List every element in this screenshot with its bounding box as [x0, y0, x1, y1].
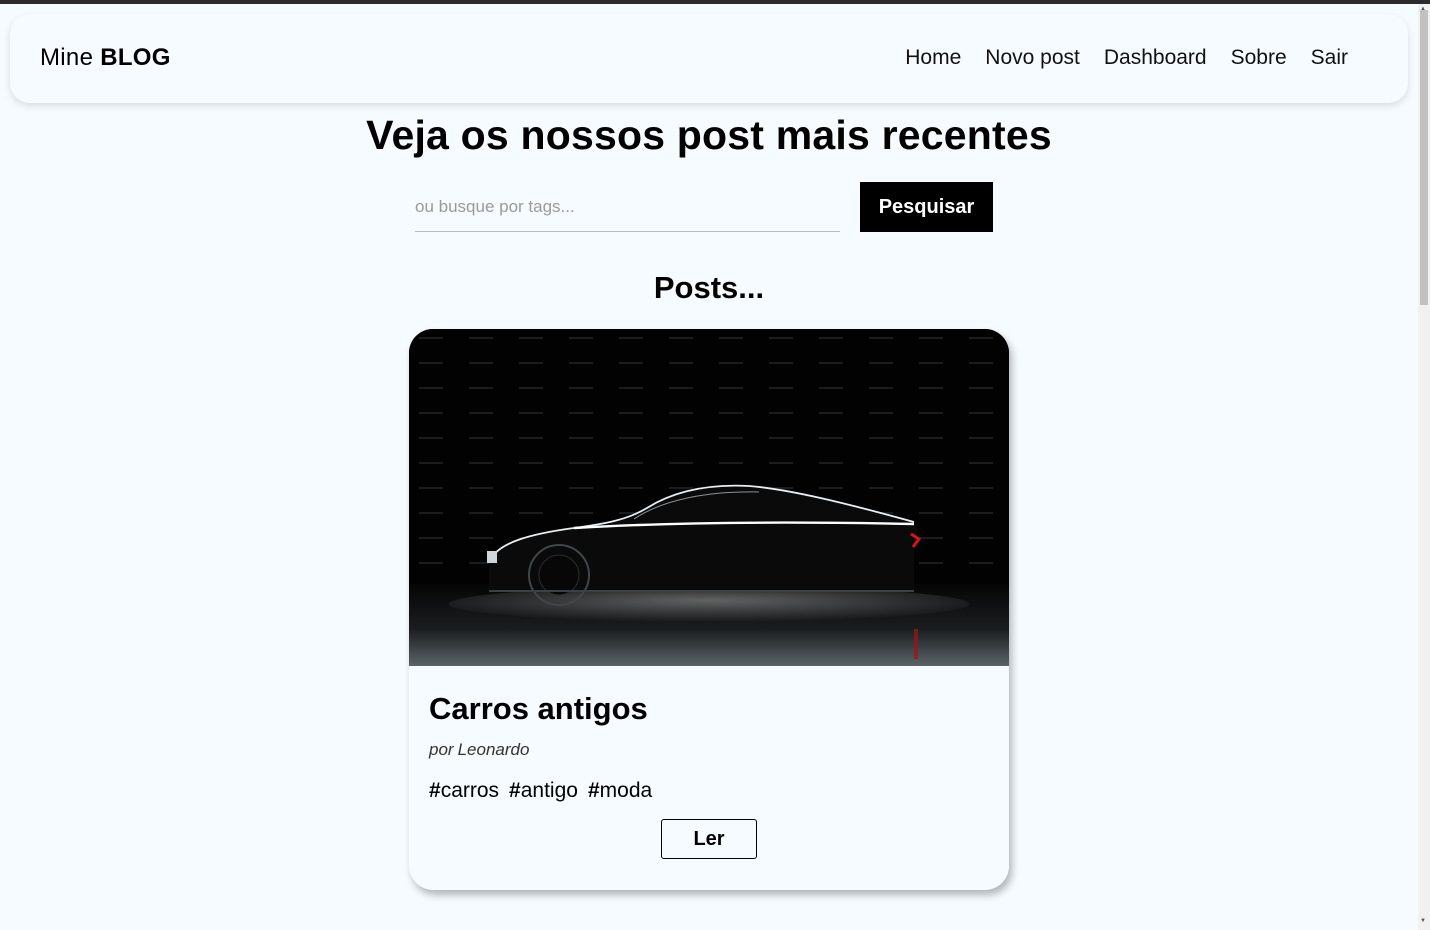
tag-item[interactable]: #antigo	[509, 779, 578, 803]
post-author: por Leonardo	[429, 740, 529, 760]
tag-item[interactable]: #carros	[429, 779, 499, 803]
page: Mine BLOG Home Novo post Dashboard Sobre…	[0, 4, 1418, 930]
nav-dashboard[interactable]: Dashboard	[1104, 46, 1207, 70]
author-name: Leonardo	[457, 740, 530, 759]
brand-light: Mine	[40, 44, 94, 71]
tag-item[interactable]: #moda	[588, 779, 652, 803]
nav-home[interactable]: Home	[905, 46, 961, 70]
post-title: Carros antigos	[429, 691, 648, 726]
read-post-button[interactable]: Ler	[661, 819, 757, 859]
scrollbar-thumb[interactable]	[1420, 10, 1428, 305]
brand-logo[interactable]: Mine BLOG	[40, 44, 171, 72]
search-input[interactable]	[415, 182, 840, 232]
brand-bold: BLOG	[100, 44, 171, 71]
scroll-down-arrow-icon[interactable]: ▼	[1420, 918, 1426, 924]
nav-links: Home Novo post Dashboard Sobre Sair	[905, 46, 1348, 70]
nav-new-post[interactable]: Novo post	[985, 46, 1080, 70]
posts-section-title: Posts...	[653, 270, 765, 305]
post-tags: #carros #antigo #moda	[429, 779, 652, 803]
nav-logout[interactable]: Sair	[1311, 46, 1348, 70]
page-scrollbar[interactable]: ▲ ▼	[1418, 4, 1430, 930]
navbar: Mine BLOG Home Novo post Dashboard Sobre…	[10, 14, 1408, 103]
nav-about[interactable]: Sobre	[1231, 46, 1287, 70]
post-card: Carros antigos por Leonardo #carros #anti…	[409, 329, 1009, 890]
search-button[interactable]: Pesquisar	[860, 182, 993, 232]
page-title: Veja os nossos post mais recentes	[366, 112, 1052, 158]
author-prefix: por	[429, 740, 454, 759]
car-silhouette-image	[409, 329, 1009, 666]
